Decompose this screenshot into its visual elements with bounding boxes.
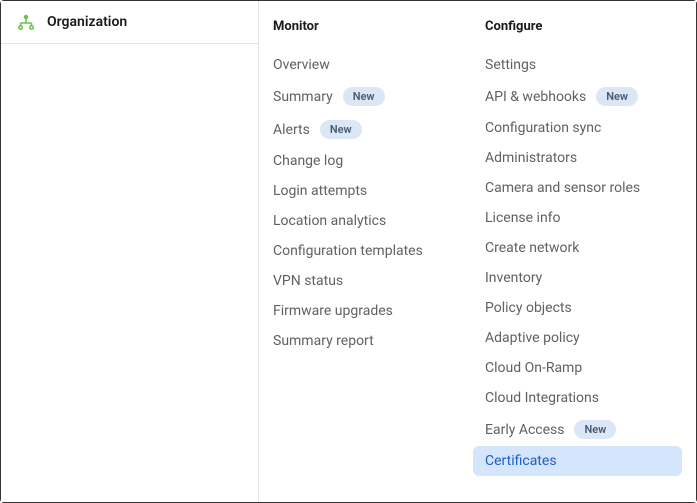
menu-item-label: Summary	[273, 89, 333, 105]
menu-item-label: Configuration sync	[485, 120, 601, 136]
organization-icon	[17, 13, 35, 31]
menu-item-configuration-sync[interactable]: Configuration sync	[485, 113, 682, 143]
menu-item-early-access[interactable]: Early Access New	[485, 413, 682, 446]
menu-item-label: Firmware upgrades	[273, 303, 393, 319]
new-badge: New	[343, 87, 385, 106]
menu-item-firmware-upgrades[interactable]: Firmware upgrades	[273, 296, 457, 326]
menu-item-login-attempts[interactable]: Login attempts	[273, 176, 457, 206]
menu-item-cloud-on-ramp[interactable]: Cloud On-Ramp	[485, 353, 682, 383]
sidebar: Organization	[1, 1, 259, 502]
menu-item-label: Camera and sensor roles	[485, 180, 640, 196]
new-badge: New	[574, 420, 616, 439]
sidebar-header[interactable]: Organization	[1, 1, 258, 44]
menu-item-label: Settings	[485, 57, 536, 73]
menu-item-label: Location analytics	[273, 213, 386, 229]
menu-item-configuration-templates[interactable]: Configuration templates	[273, 236, 457, 266]
menu-item-summary[interactable]: Summary New	[273, 80, 457, 113]
menu-item-vpn-status[interactable]: VPN status	[273, 266, 457, 296]
menu-item-api-webhooks[interactable]: API & webhooks New	[485, 80, 682, 113]
menu-item-label: VPN status	[273, 273, 343, 289]
new-badge: New	[596, 87, 638, 106]
menu-item-change-log[interactable]: Change log	[273, 146, 457, 176]
column-header-monitor: Monitor	[273, 19, 457, 34]
menu-item-label: Summary report	[273, 333, 374, 349]
menu-item-label: Alerts	[273, 122, 310, 138]
menu-item-label: API & webhooks	[485, 89, 586, 105]
menu-item-summary-report[interactable]: Summary report	[273, 326, 457, 356]
column-header-configure: Configure	[485, 19, 682, 34]
monitor-items: Overview Summary New Alerts New Change log Log…	[273, 50, 457, 356]
menu-item-overview[interactable]: Overview	[273, 50, 457, 80]
configure-column: Configure Settings API & webhooks New Confi…	[471, 19, 696, 502]
menu-item-label: Login attempts	[273, 183, 367, 199]
menu-item-policy-objects[interactable]: Policy objects	[485, 293, 682, 323]
menu-item-camera-and-sensor-roles[interactable]: Camera and sensor roles	[485, 173, 682, 203]
monitor-column: Monitor Overview Summary New Alerts New Chang…	[259, 19, 471, 502]
configure-items: Settings API & webhooks New Configuration s…	[485, 50, 682, 476]
menu-item-label: Change log	[273, 153, 343, 169]
menu-item-settings[interactable]: Settings	[485, 50, 682, 80]
menu-item-label: Policy objects	[485, 300, 572, 316]
app-container: Organization Monitor OverviewSummaryNewA…	[0, 0, 697, 503]
menu-item-administrators[interactable]: Administrators	[485, 143, 682, 173]
menu-item-create-network[interactable]: Create network	[485, 233, 682, 263]
menu-item-label: License info	[485, 210, 561, 226]
menu-item-license-info[interactable]: License info	[485, 203, 682, 233]
menu-item-alerts[interactable]: Alerts New	[273, 113, 457, 146]
main-content: Monitor Overview Summary New Alerts New Chang…	[259, 1, 696, 502]
menu-item-adaptive-policy[interactable]: Adaptive policy	[485, 323, 682, 353]
menu-item-inventory[interactable]: Inventory	[485, 263, 682, 293]
menu-item-label: Adaptive policy	[485, 330, 580, 346]
menu-item-label: Certificates	[485, 453, 557, 469]
menu-item-label: Cloud On-Ramp	[485, 360, 582, 376]
menu-item-label: Inventory	[485, 270, 542, 286]
menu-item-label: Overview	[273, 57, 330, 73]
menu-item-label: Create network	[485, 240, 579, 256]
menu-item-cloud-integrations[interactable]: Cloud Integrations	[485, 383, 682, 413]
sidebar-title: Organization	[47, 14, 127, 30]
menu-item-label: Administrators	[485, 150, 577, 166]
menu-item-label: Configuration templates	[273, 243, 423, 259]
menu-item-certificates[interactable]: Certificates	[473, 446, 682, 476]
new-badge: New	[320, 120, 362, 139]
menu-item-label: Early Access	[485, 422, 564, 438]
menu-item-location-analytics[interactable]: Location analytics	[273, 206, 457, 236]
menu-item-label: Cloud Integrations	[485, 390, 599, 406]
